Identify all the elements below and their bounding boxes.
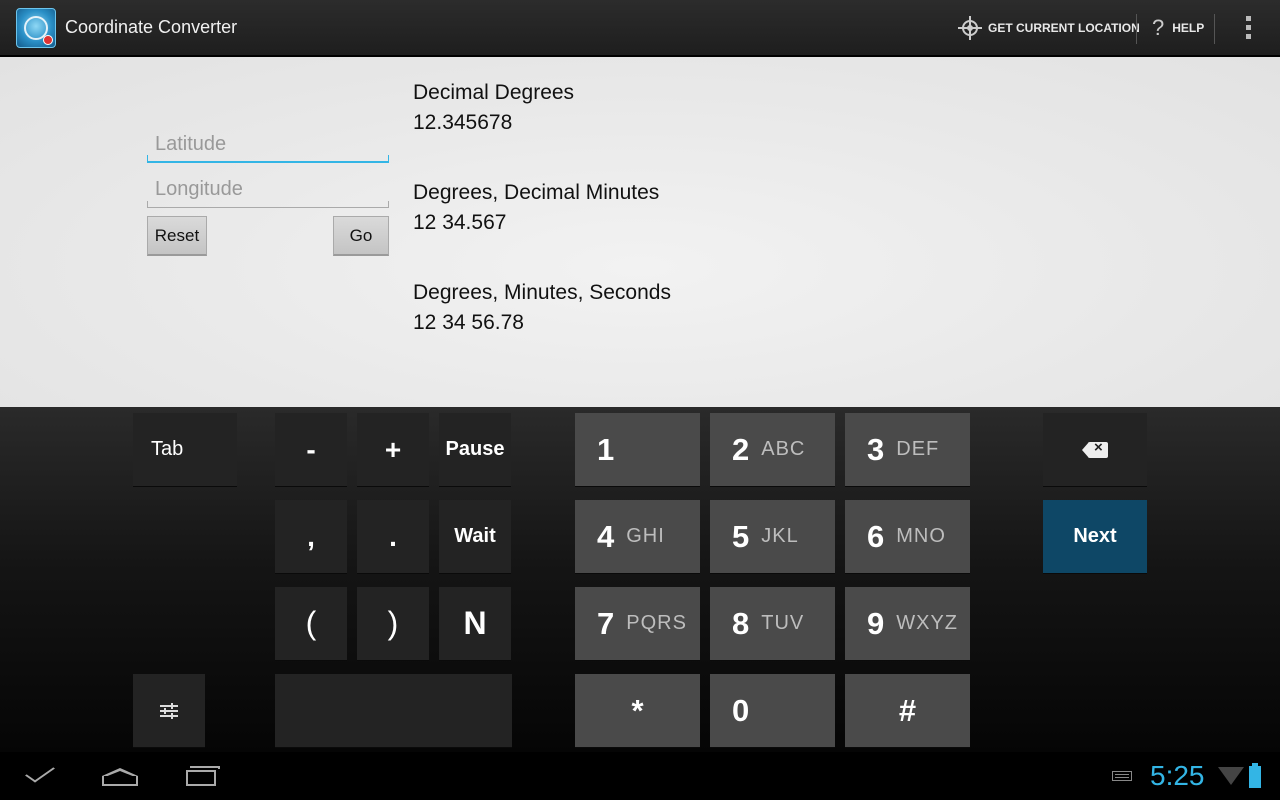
period-key[interactable]: . — [357, 500, 429, 574]
degrees-minutes-seconds-label: Degrees, Minutes, Seconds — [413, 281, 671, 304]
back-down-icon[interactable] — [22, 764, 62, 788]
degrees-decimal-minutes-value: 12 34.567 — [413, 211, 507, 234]
digit-5-key[interactable]: 5 JKL — [710, 500, 835, 574]
plus-key[interactable]: + — [357, 413, 429, 487]
keyboard-icon — [1112, 771, 1132, 781]
digit-6-key[interactable]: 6 MNO — [845, 500, 970, 574]
degrees-minutes-seconds-value: 12 34 56.78 — [413, 311, 524, 334]
home-icon[interactable] — [100, 764, 140, 788]
letters-label: ABC — [761, 438, 806, 460]
pause-key[interactable]: Pause — [439, 413, 511, 487]
question-mark-icon: ? — [1152, 15, 1165, 40]
sliders-icon — [160, 702, 178, 719]
degrees-decimal-minutes-label: Degrees, Decimal Minutes — [413, 181, 660, 204]
help-label: HELP — [1172, 21, 1205, 35]
system-navigation-bar: 5:25 — [0, 752, 1280, 800]
digit-label: 6 — [867, 518, 885, 554]
digit-2-key[interactable]: 2 ABC — [710, 413, 835, 487]
status-clock[interactable]: 5:25 — [1150, 760, 1205, 792]
recent-apps-icon[interactable] — [182, 764, 222, 788]
digit-1-key[interactable]: 1 — [575, 413, 700, 487]
app-title: Coordinate Converter — [65, 17, 238, 37]
numeric-keyboard: Tab - + Pause , . Wait ( ) N 1 2 ABC 3 D… — [0, 407, 1280, 752]
letters-label: DEF — [896, 438, 940, 460]
digit-label: 7 — [597, 605, 615, 641]
digit-label: 2 — [732, 431, 750, 467]
backspace-key[interactable]: × — [1043, 413, 1147, 487]
letters-label: MNO — [896, 525, 946, 547]
star-label: * — [631, 692, 644, 728]
reset-button[interactable]: Reset — [147, 216, 207, 256]
backspace-icon: × — [1082, 439, 1108, 458]
letters-label: PQRS — [626, 612, 687, 634]
get-location-label: GET CURRENT LOCATION — [988, 21, 1140, 35]
overflow-menu-icon[interactable] — [1240, 16, 1256, 40]
digit-8-key[interactable]: 8 TUV — [710, 587, 835, 661]
comma-key[interactable]: , — [275, 500, 347, 574]
action-bar: Coordinate Converter GET CURRENT LOCATIO… — [0, 0, 1280, 56]
digit-label: 8 — [732, 605, 750, 641]
space-key[interactable] — [275, 674, 512, 748]
hash-key[interactable]: # — [845, 674, 970, 748]
latitude-input[interactable]: Latitude — [147, 129, 389, 163]
digit-label: 5 — [732, 518, 750, 554]
crosshair-location-icon — [958, 16, 982, 40]
star-key[interactable]: * — [575, 674, 700, 748]
n-key[interactable]: N — [439, 587, 511, 661]
digit-label: 3 — [867, 431, 885, 467]
hash-label: # — [898, 692, 917, 728]
next-key[interactable]: Next — [1043, 500, 1147, 574]
get-current-location-button[interactable]: GET CURRENT LOCATION — [958, 0, 1140, 56]
digit-0-key[interactable]: 0 — [710, 674, 835, 748]
go-button[interactable]: Go — [333, 216, 389, 256]
longitude-input[interactable]: Longitude — [147, 174, 389, 208]
map-pin-icon — [43, 35, 53, 45]
keyboard-settings-key[interactable] — [133, 674, 205, 748]
battery-icon — [1249, 763, 1261, 788]
letters-label: GHI — [626, 525, 665, 547]
action-divider — [1214, 14, 1215, 44]
letters-label: JKL — [761, 525, 799, 547]
decimal-degrees-label: Decimal Degrees — [413, 81, 575, 104]
digit-label: 0 — [732, 692, 750, 728]
digit-label: 4 — [597, 518, 615, 554]
minus-key[interactable]: - — [275, 413, 347, 487]
digit-label: 1 — [597, 431, 615, 467]
left-paren-key[interactable]: ( — [275, 587, 347, 661]
letters-label: WXYZ — [896, 612, 959, 634]
letters-label: TUV — [761, 612, 805, 634]
digit-4-key[interactable]: 4 GHI — [575, 500, 700, 574]
right-paren-key[interactable]: ) — [357, 587, 429, 661]
tab-key[interactable]: Tab — [133, 413, 237, 487]
wifi-icon — [1218, 767, 1244, 785]
digit-9-key[interactable]: 9 WXYZ — [845, 587, 970, 661]
digit-label: 9 — [867, 605, 885, 641]
help-button[interactable]: ? HELP — [1152, 0, 1204, 56]
digit-3-key[interactable]: 3 DEF — [845, 413, 970, 487]
converter-content: Latitude Longitude Reset Go Decimal Degr… — [0, 57, 1280, 407]
action-divider — [1136, 14, 1137, 44]
app-icon[interactable] — [16, 8, 56, 48]
digit-7-key[interactable]: 7 PQRS — [575, 587, 700, 661]
wait-key[interactable]: Wait — [439, 500, 511, 574]
decimal-degrees-value: 12.345678 — [413, 111, 513, 134]
